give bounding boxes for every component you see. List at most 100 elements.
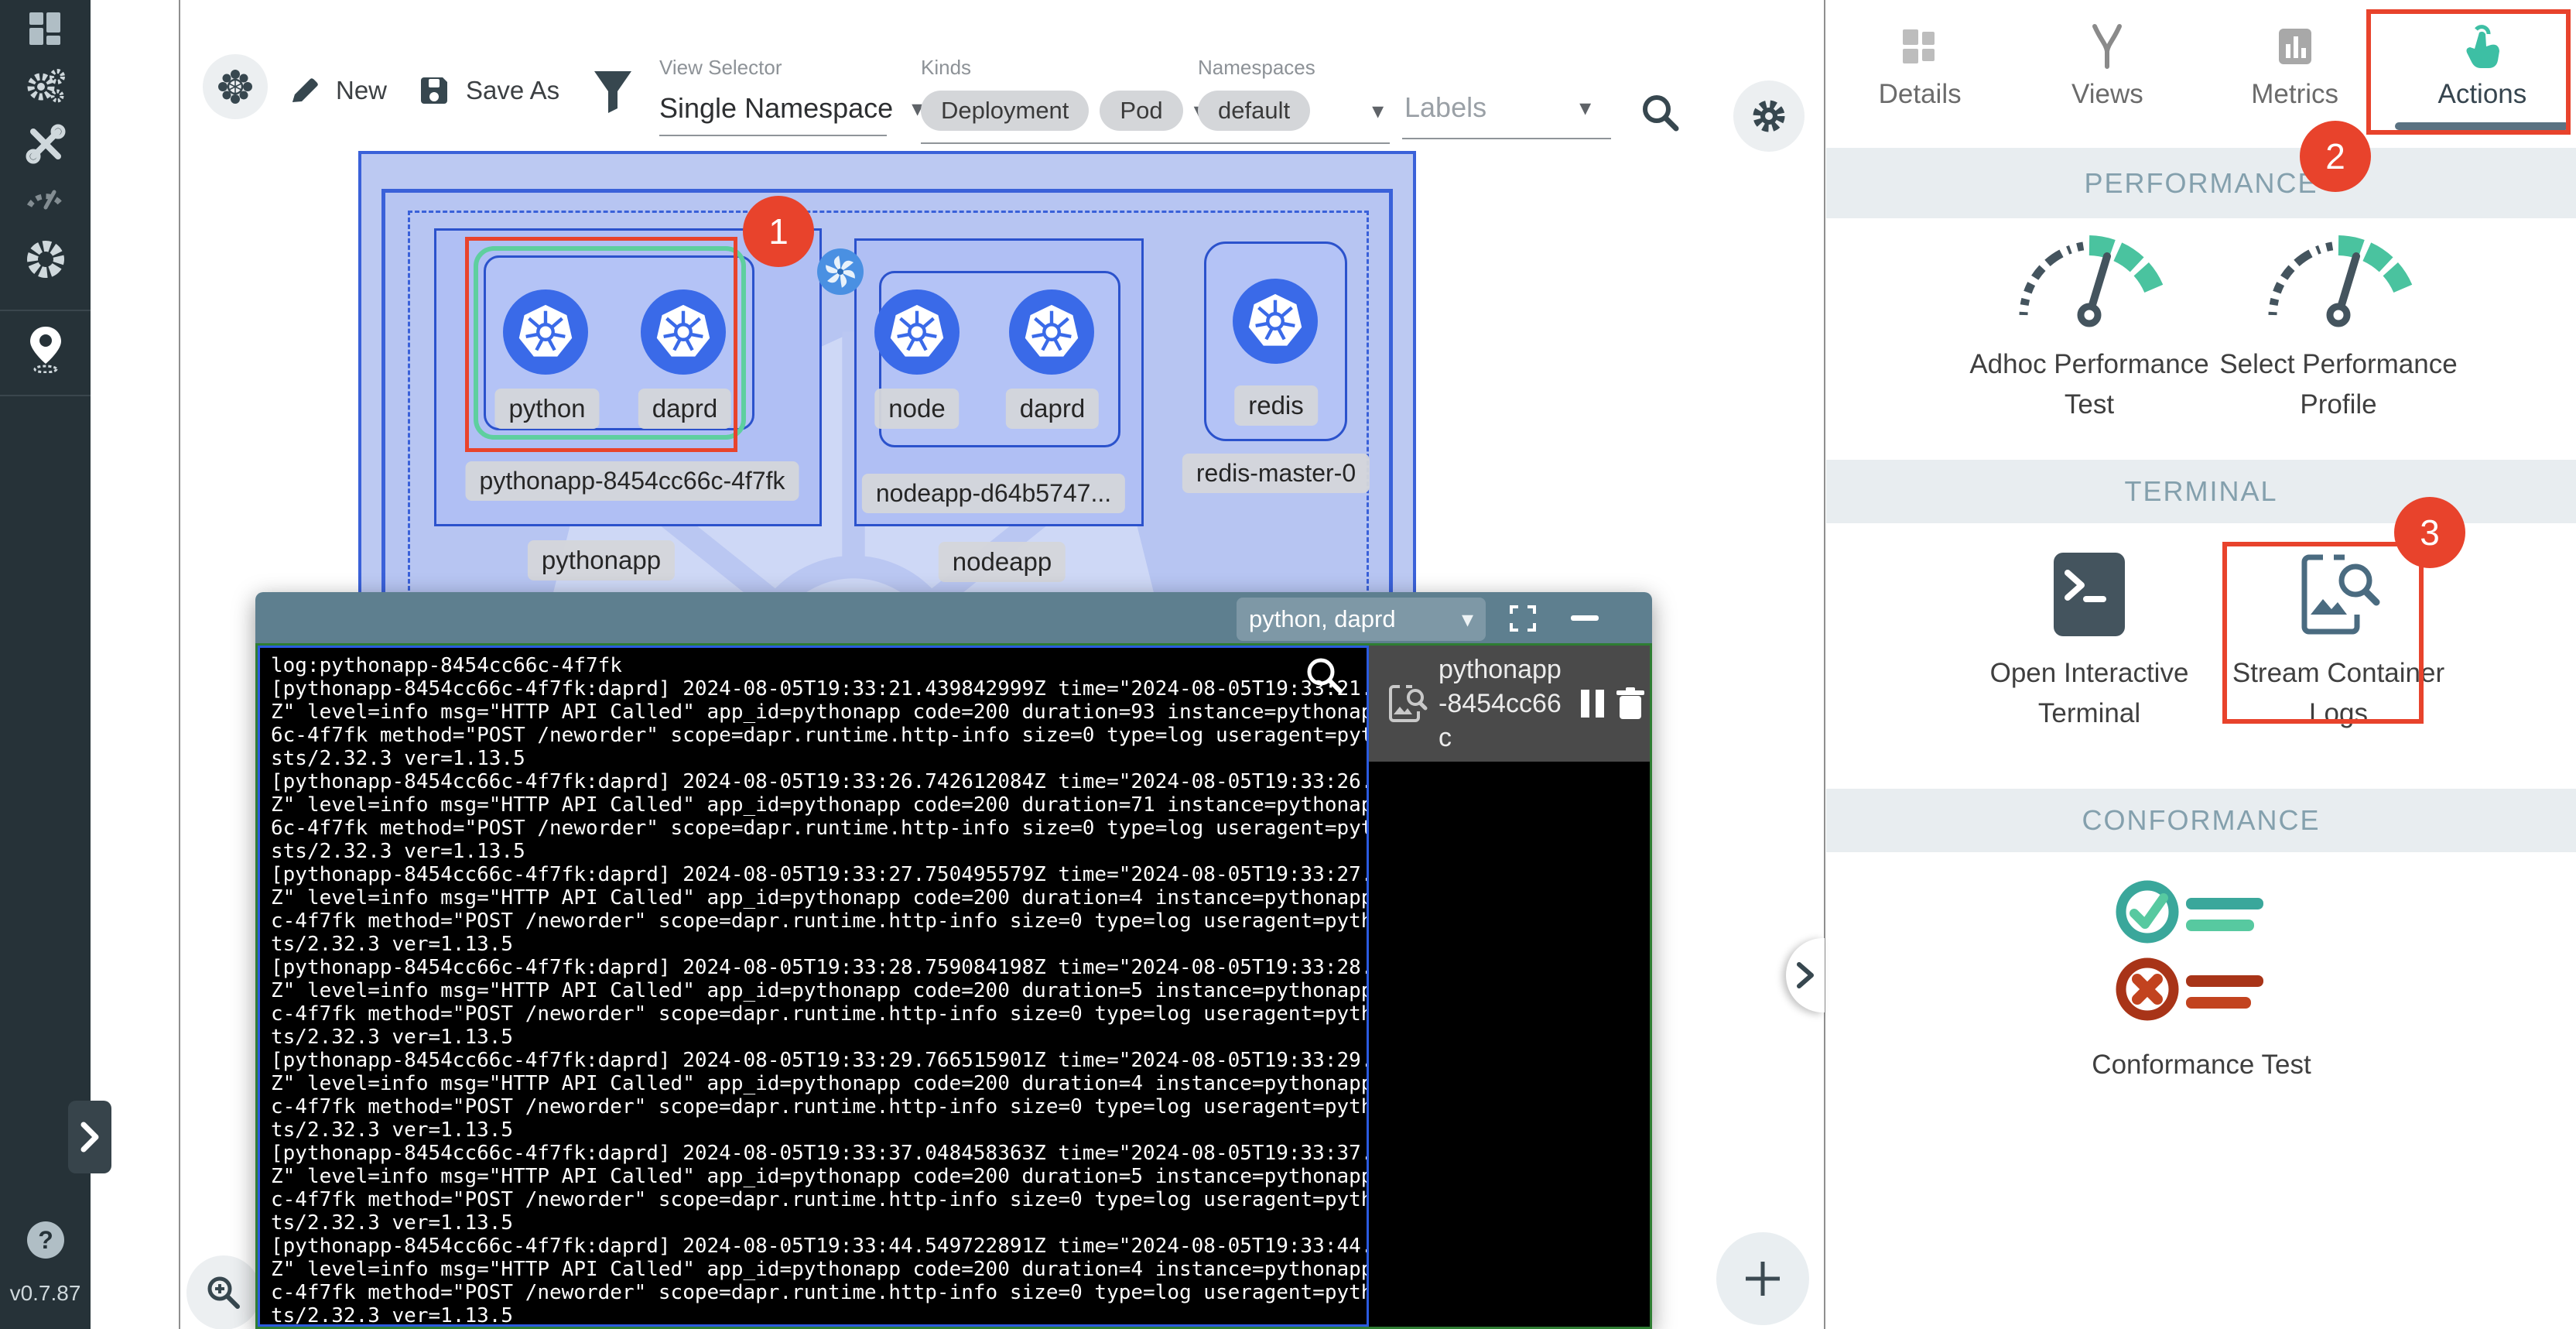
panel-divider (1824, 0, 1825, 1329)
fullscreen-button[interactable] (1509, 605, 1537, 632)
kubernetes-icon (653, 302, 713, 362)
log-line: log:pythonapp-8454cc66c-4f7fk (271, 654, 1367, 677)
performance-speedometer-icon[interactable] (0, 180, 91, 212)
log-lines: log:pythonapp-8454cc66c-4f7fk [pythonapp-… (271, 654, 1367, 1327)
kanvas-pin-icon[interactable] (0, 325, 91, 373)
container-select[interactable]: python, daprd ▾ (1237, 598, 1486, 641)
log-line: [pythonapp-8454cc66c-4f7fk:daprd] 2024-0… (271, 1142, 1367, 1165)
zoom-in-icon (204, 1272, 244, 1313)
container-select-value: python, daprd (1249, 605, 1396, 633)
meshsync-button[interactable] (203, 54, 268, 119)
action-label-line2: Terminal (2038, 698, 2140, 728)
log-line: [pythonapp-8454cc66c-4f7fk:daprd] 2024-0… (271, 1049, 1367, 1072)
log-line: sts/2.32.3 ver=1.13.5 (271, 840, 1367, 863)
container-redis[interactable] (1233, 279, 1318, 364)
kind-chip-pod[interactable]: Pod (1100, 91, 1182, 131)
namespaces-field[interactable]: Namespaces default ▾ (1198, 56, 1384, 131)
log-line: Z" level=info msg="HTTP API Called" app_… (271, 700, 1367, 724)
log-line: ts/2.32.3 ver=1.13.5 (271, 1026, 1367, 1049)
search-button[interactable] (1639, 91, 1682, 135)
deployment-label: pythonapp (528, 540, 675, 581)
log-line: Z" level=info msg="HTTP API Called" app_… (271, 1072, 1367, 1095)
log-line: ts/2.32.3 ver=1.13.5 (271, 1304, 1367, 1327)
log-search-icon[interactable] (1304, 655, 1346, 697)
terminal-pod-item[interactable]: pythonapp-8454cc66c (1369, 646, 1650, 762)
tab-label: Actions (2437, 79, 2526, 110)
kinds-field[interactable]: Kinds Deployment Pod ▾ (921, 56, 1206, 131)
conformance-section-header: CONFORMANCE (1826, 789, 2576, 852)
save-as-button[interactable]: Save As (418, 74, 559, 107)
tab-actions[interactable]: Actions (2389, 0, 2576, 143)
dashboard-icon[interactable] (0, 11, 91, 46)
extensions-donut-icon[interactable] (0, 238, 91, 280)
pencil-icon (288, 74, 320, 107)
tab-label: Details (1879, 79, 1962, 110)
adhoc-performance-test-button[interactable]: Adhoc PerformanceTest (1965, 228, 2213, 425)
tab-label: Views (2071, 79, 2143, 110)
namespaces-label: Namespaces (1198, 56, 1384, 80)
sidebar-expand-handle[interactable] (68, 1101, 111, 1173)
log-line: Z" level=info msg="HTTP API Called" app_… (271, 793, 1367, 817)
gear-icon (1749, 96, 1789, 136)
log-line: [pythonapp-8454cc66c-4f7fk:daprd] 2024-0… (271, 770, 1367, 793)
labels-placeholder: Labels (1404, 91, 1486, 124)
select-performance-profile-button[interactable]: Select PerformanceProfile (2215, 228, 2462, 425)
namespace-chip-default[interactable]: default (1198, 91, 1310, 131)
labels-underline (1402, 138, 1611, 139)
log-line: Z" level=info msg="HTTP API Called" app_… (271, 979, 1367, 1002)
action-label-line1: Stream Container (2232, 658, 2444, 688)
chevron-down-icon: ▾ (1579, 94, 1591, 122)
open-interactive-terminal-button[interactable]: Open Interactive Terminal (1965, 551, 2213, 734)
container-label: python (494, 389, 599, 429)
action-label-line1: Open Interactive (1990, 658, 2189, 688)
stream-logs-icon (1384, 680, 1431, 727)
zoom-in-button[interactable] (186, 1255, 261, 1329)
labels-field[interactable]: Labels ▾ (1404, 91, 1591, 124)
details-grid-icon (1898, 17, 1941, 76)
sidebar-divider (0, 395, 91, 396)
chevron-down-icon: ▾ (1462, 606, 1473, 633)
log-line: Z" level=info msg="HTTP API Called" app_… (271, 1165, 1367, 1188)
kubernetes-icon (887, 302, 947, 362)
terminal-header: python, daprd ▾ (255, 592, 1652, 643)
terminal-content: log:pythonapp-8454cc66c-4f7fk [pythonapp-… (255, 643, 1652, 1329)
stream-container-logs-button[interactable]: Stream ContainerLogs (2215, 551, 2462, 734)
actions-tap-icon (2462, 17, 2502, 76)
container-node[interactable] (874, 289, 960, 375)
log-line: [pythonapp-8454cc66c-4f7fk:daprd] 2024-0… (271, 1235, 1367, 1258)
configuration-tools-icon[interactable] (0, 124, 91, 164)
tab-details[interactable]: Details (1826, 0, 2013, 143)
filter-button[interactable] (593, 70, 633, 115)
view-selector-value: Single Namespace (659, 92, 893, 125)
container-python[interactable] (503, 289, 588, 375)
new-label: New (336, 76, 387, 105)
tab-metrics[interactable]: Metrics (2201, 0, 2389, 143)
metrics-chart-icon (2274, 17, 2316, 76)
minimize-button[interactable] (1571, 615, 1599, 621)
pause-icon[interactable] (1579, 688, 1606, 719)
settings-button[interactable] (1733, 80, 1805, 152)
container-daprd-python[interactable] (641, 289, 726, 375)
trash-icon[interactable] (1615, 687, 1646, 721)
meshsync-flower-icon (217, 68, 254, 105)
conformance-test-button[interactable]: Conformance Test (2078, 875, 2325, 1085)
log-line: [pythonapp-8454cc66c-4f7fk:daprd] 2024-0… (271, 863, 1367, 886)
add-node-button[interactable] (1716, 1232, 1809, 1325)
log-pane[interactable]: log:pythonapp-8454cc66c-4f7fk [pythonapp-… (258, 646, 1369, 1327)
search-icon (1639, 91, 1682, 135)
log-terminal-window: python, daprd ▾ log:pythonapp-8454cc66c-… (255, 592, 1652, 1329)
app-root: ? v0.7.87 WA New Save As View Selector (0, 0, 2576, 1329)
conformance-checklist-icon (2112, 875, 2290, 1029)
container-daprd-node[interactable] (1009, 289, 1094, 375)
view-selector-label: View Selector (659, 56, 923, 80)
version-label: v0.7.87 (0, 1281, 91, 1306)
new-button[interactable]: New (288, 74, 387, 107)
plus-icon (1741, 1257, 1784, 1300)
terminal-icon (2052, 551, 2126, 638)
tab-views[interactable]: Views (2013, 0, 2201, 143)
view-selector-field[interactable]: View Selector Single Namespace ▾ (659, 56, 923, 125)
kind-chip-deployment[interactable]: Deployment (921, 91, 1089, 131)
lifecycle-gears-icon[interactable] (0, 67, 91, 107)
action-label-line1: Select Performance (2219, 349, 2457, 379)
help-button[interactable]: ? (27, 1221, 64, 1259)
